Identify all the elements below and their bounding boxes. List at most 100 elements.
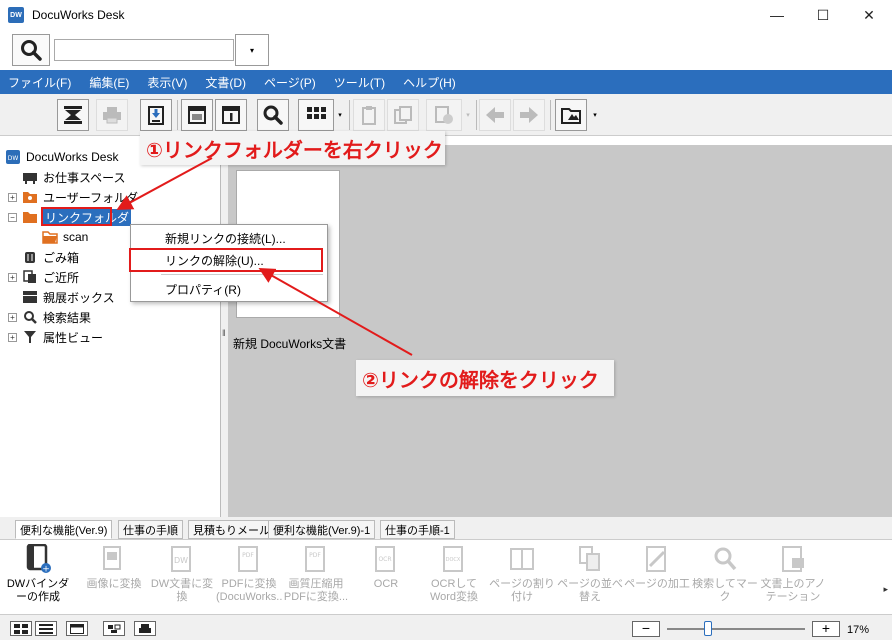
close-button[interactable]: ✕ (846, 0, 892, 30)
confidential-box-icon (22, 289, 38, 305)
thumbnail-icon (108, 624, 121, 633)
func-create-binder[interactable]: + DWバインダーの作成 (5, 544, 71, 614)
printer-icon (103, 107, 121, 124)
view-thumbnail-button[interactable] (103, 621, 125, 636)
tree-label: 親展ボックス (43, 290, 115, 305)
viewer-icon (188, 106, 206, 124)
tree-item-user-folder[interactable]: + ユーザーフォルダ (8, 187, 138, 207)
expand-toggle[interactable]: + (8, 312, 17, 322)
copy-icon (394, 106, 412, 124)
search-button[interactable] (12, 34, 50, 66)
view-list-button[interactable] (35, 621, 57, 636)
copy-button[interactable] (387, 99, 419, 131)
tab-estimate-mail[interactable]: 見積もりメール (188, 520, 275, 539)
search-row: ▾ (0, 30, 892, 70)
func-page-reorder[interactable]: ページの並べ替え (557, 544, 623, 614)
back-button[interactable] (479, 99, 511, 131)
dw-convert-icon: DW (168, 544, 196, 574)
highlight-link-folder (41, 207, 112, 226)
search-input[interactable] (54, 39, 234, 61)
tab-functions-ver9-1[interactable]: 便利な機能(Ver.9)-1 (268, 520, 376, 539)
convert-dropdown[interactable]: ▾ (463, 99, 473, 131)
menu-file[interactable]: ファイル(F) (8, 74, 71, 91)
func-annotation[interactable]: 文書上のアノテーションを... (760, 544, 826, 614)
svg-text:DW: DW (8, 155, 19, 162)
view-large-icons-button[interactable] (10, 621, 32, 636)
viewer-button[interactable] (181, 99, 213, 131)
menu-page[interactable]: ページ(P) (264, 74, 316, 91)
tab-work-procedure-1[interactable]: 仕事の手順-1 (380, 520, 455, 539)
import-button[interactable] (140, 99, 172, 131)
func-convert-dw[interactable]: DW DW文書に変換 (149, 544, 215, 614)
view-print-preview-button[interactable] (134, 621, 156, 636)
menu-view[interactable]: 表示(V) (147, 74, 187, 91)
convert-button[interactable] (426, 99, 462, 131)
tree-item-scan[interactable]: scan (42, 227, 88, 247)
func-ocr-word[interactable]: DOCX OCRしてWord変換 (421, 544, 487, 614)
tree-item-trash[interactable]: ごみ箱 (22, 247, 79, 267)
import-icon (148, 106, 164, 125)
scroll-right-icon[interactable]: ▸ (883, 584, 888, 595)
tree-label: 検索結果 (43, 310, 92, 325)
collapse-toggle[interactable]: − (8, 212, 17, 222)
zoom-slider-track[interactable] (667, 628, 805, 630)
function-tabs: 便利な機能(Ver.9) 仕事の手順 見積もりメール 便利な機能(Ver.9)-… (0, 517, 892, 539)
svg-text:DW: DW (174, 556, 188, 565)
tree-item-attribute-view[interactable]: + 属性ビュー (8, 327, 103, 347)
menu-help[interactable]: ヘルプ(H) (403, 74, 456, 91)
view-mode-dropdown[interactable]: ▾ (335, 99, 345, 131)
func-ocr[interactable]: OCR OCR (353, 544, 419, 614)
tree-item-search-results[interactable]: + 検索結果 (8, 307, 91, 327)
pdf-icon: PDF (235, 544, 263, 574)
menu-document[interactable]: 文書(D) (205, 74, 246, 91)
view-detail-button[interactable] (66, 621, 88, 636)
list-icon (39, 623, 53, 634)
tab-work-procedure[interactable]: 仕事の手順 (118, 520, 183, 539)
menu-item-new-link[interactable]: 新規リンクの接続(L)... (165, 230, 286, 247)
search-icon (22, 309, 38, 325)
svg-text:DOCX: DOCX (446, 557, 461, 563)
tree-item-neighbor[interactable]: + ご近所 (8, 267, 79, 287)
tree-item-confidential-box[interactable]: 親展ボックス (22, 287, 115, 307)
menu-edit[interactable]: 編集(E) (89, 74, 129, 91)
zoom-level: 17% (847, 624, 870, 636)
chevron-down-icon: ▾ (249, 45, 254, 55)
pane-splitter[interactable]: ‖ (221, 145, 228, 517)
clipboard-button[interactable] (353, 99, 385, 131)
print-button[interactable] (96, 99, 128, 131)
view-mode-button[interactable] (298, 99, 334, 131)
detail-icon (70, 623, 84, 634)
func-page-layout[interactable]: ページの割り付け (489, 544, 555, 614)
scanner-button[interactable] (57, 99, 89, 131)
zoom-in-button[interactable]: + (812, 621, 840, 637)
func-search-mark[interactable]: 検索してマーク (692, 544, 758, 614)
grip-icon: ‖ (222, 328, 226, 338)
search-dropdown-button[interactable]: ▾ (235, 34, 269, 66)
zoom-slider-thumb[interactable] (704, 621, 712, 636)
expand-toggle[interactable]: + (8, 332, 17, 342)
zoom-out-button[interactable]: − (632, 621, 660, 637)
forward-button[interactable] (513, 99, 545, 131)
tree-item-workspace[interactable]: お仕事スペース (22, 167, 126, 187)
properties-button[interactable] (215, 99, 247, 131)
user-folder-icon (22, 189, 38, 205)
menu-tools[interactable]: ツール(T) (334, 74, 385, 91)
tree-item-docuworks-desk[interactable]: DW DocuWorks Desk (5, 147, 118, 167)
func-convert-compressed-pdf[interactable]: PDF 画質圧縮用PDFに変換... (283, 544, 349, 614)
document-name[interactable]: 新規 DocuWorks文書 (233, 335, 346, 352)
tab-functions-ver9[interactable]: 便利な機能(Ver.9) (15, 520, 113, 539)
tree-label: 属性ビュー (43, 330, 104, 345)
maximize-button[interactable]: ☐ (800, 0, 846, 30)
expand-toggle[interactable]: + (8, 272, 17, 282)
open-folder-dropdown[interactable]: ▾ (590, 99, 600, 131)
menu-item-properties[interactable]: プロパティ(R) (165, 281, 241, 298)
tree-label: DocuWorks Desk (26, 150, 119, 164)
func-convert-image[interactable]: 画像に変換 (81, 544, 147, 614)
find-button[interactable] (257, 99, 289, 131)
func-convert-pdf[interactable]: PDF PDFに変換(DocuWorks... (216, 544, 282, 614)
func-page-edit[interactable]: ページの加工 (624, 544, 690, 614)
expand-toggle[interactable]: + (8, 192, 17, 202)
ocr-word-icon: DOCX (440, 544, 468, 574)
minimize-button[interactable]: — (754, 0, 800, 30)
open-folder-button[interactable] (555, 99, 587, 131)
